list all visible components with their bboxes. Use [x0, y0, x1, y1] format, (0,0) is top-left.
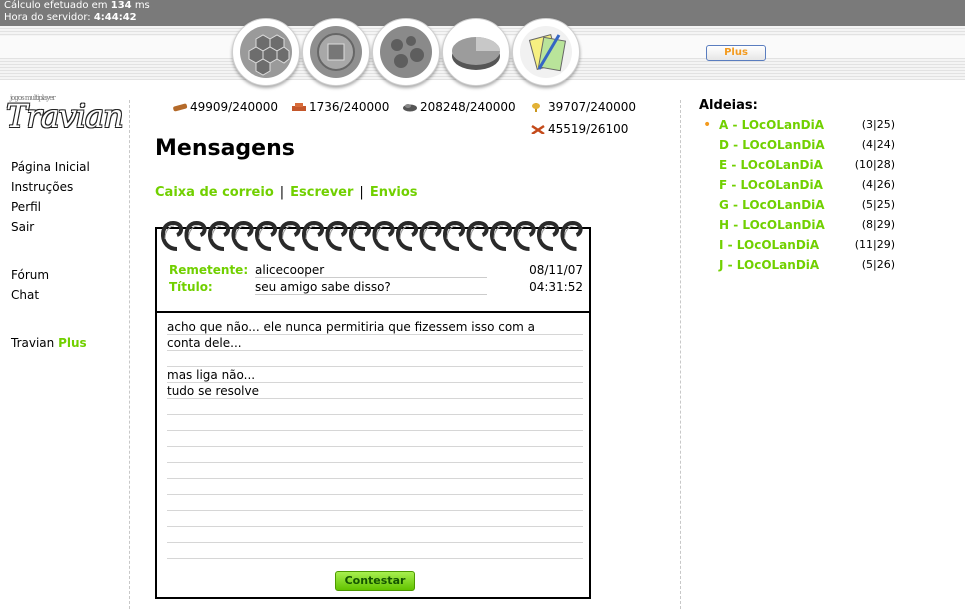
nav-forum-link[interactable]: Fórum: [11, 265, 90, 285]
sender-label: Remetente:: [169, 263, 249, 277]
resource-iron: 208248/240000: [402, 100, 516, 114]
page-title: Mensagens: [155, 136, 295, 161]
message-date: 08/11/07: [529, 263, 583, 277]
village-row[interactable]: G - LOcOLanDiA (5|25): [699, 195, 899, 215]
consumption-value: 45519/26100: [548, 122, 629, 136]
crop-icon: [532, 103, 540, 112]
village-list-title: Aldeias:: [699, 98, 758, 113]
village-row[interactable]: F - LOcOLanDiA (4|26): [699, 175, 899, 195]
wood-value: 49909/240000: [190, 100, 279, 114]
main-navigation-band: Plus: [0, 18, 965, 86]
tab-sent[interactable]: Envios: [370, 185, 418, 200]
village-row[interactable]: D - LOcOLanDiA (4|24): [699, 135, 899, 155]
calc-label: Cálculo efetuado em: [4, 0, 108, 11]
nav-home-link[interactable]: Página Inicial: [11, 157, 90, 177]
message-notepad: Remetente: alicecooper 08/11/07 Título: …: [155, 227, 591, 599]
village-coords: (4|26): [861, 178, 895, 191]
calc-unit: ms: [134, 0, 150, 11]
village-coords: (4|24): [861, 138, 895, 151]
village-row[interactable]: E - LOcOLanDiA (10|28): [699, 155, 899, 175]
server-time-label: Hora do servidor:: [4, 12, 91, 23]
travian-plus-prefix: Travian: [11, 336, 55, 350]
message-line: [167, 351, 583, 367]
message-line: conta dele...: [167, 336, 242, 350]
message-subject: seu amigo sabe disso?: [255, 280, 487, 295]
wood-icon: [173, 103, 188, 112]
server-time-value: 4:44:42: [93, 12, 137, 23]
village-link[interactable]: J - LOcOLanDiA: [719, 255, 819, 275]
village-center-icon[interactable]: [302, 18, 370, 86]
village-row[interactable]: J - LOcOLanDiA (5|26): [699, 255, 899, 275]
plus-button[interactable]: Plus: [706, 45, 766, 61]
travian-plus-suffix: Plus: [58, 336, 87, 350]
village-row[interactable]: I - LOcOLanDiA (11|29): [699, 235, 899, 255]
village-link[interactable]: D - LOcOLanDiA: [719, 135, 825, 155]
resource-clay: 1736/240000: [291, 100, 389, 114]
tab-separator: |: [359, 185, 364, 200]
left-divider: [129, 100, 130, 609]
village-coords: (5|25): [861, 198, 895, 211]
message-line: tudo se resolve: [167, 384, 259, 398]
crop-consumption-icon: [531, 124, 545, 134]
village-row[interactable]: • A - LOcOLanDiA (3|25): [699, 115, 899, 135]
tab-separator: |: [279, 185, 285, 200]
clay-icon: [292, 103, 306, 111]
message-time: 04:31:52: [529, 280, 583, 294]
village-link[interactable]: F - LOcOLanDiA: [719, 175, 823, 195]
reports-icon[interactable]: [512, 18, 580, 86]
village-overview-icon[interactable]: [232, 18, 300, 86]
header-divider: [157, 311, 589, 313]
active-village-marker: •: [703, 117, 712, 133]
tab-inbox[interactable]: Caixa de correio: [155, 185, 274, 200]
message-tabs: Caixa de correio | Escrever | Envios: [155, 185, 418, 200]
reply-button[interactable]: Contestar: [335, 571, 415, 591]
logo-text: Travian: [6, 97, 124, 135]
calc-value: 134: [110, 0, 132, 11]
message-line: acho que não... ele nunca permitiria que…: [167, 320, 536, 334]
map-icon[interactable]: [372, 18, 440, 86]
crop-value: 39707/240000: [548, 100, 637, 114]
village-link[interactable]: I - LOcOLanDiA: [719, 235, 819, 255]
iron-icon: [403, 104, 417, 112]
tab-compose[interactable]: Escrever: [290, 185, 353, 200]
notepad-spiral: [161, 220, 583, 251]
resource-consumption: 45519/26100: [530, 122, 628, 136]
village-coords: (3|25): [861, 118, 895, 131]
village-coords: (11|29): [854, 238, 895, 251]
logo-tagline: jogos multiplayer: [10, 94, 56, 102]
village-link[interactable]: G - LOcOLanDiA: [719, 195, 825, 215]
nav-chat-link[interactable]: Chat: [11, 285, 90, 305]
left-navigation: Página Inicial Instruções Perfil Sair Fó…: [11, 157, 90, 353]
message-body: acho que não... ele nunca permitiria que…: [167, 319, 583, 567]
village-list: Aldeias: • A - LOcOLanDiA (3|25) D - LOcOL…: [699, 98, 899, 275]
village-link[interactable]: E - LOcOLanDiA: [719, 155, 823, 175]
iron-value: 208248/240000: [420, 100, 516, 114]
village-coords: (5|26): [861, 258, 895, 271]
village-coords: (8|29): [861, 218, 895, 231]
right-divider: [680, 100, 681, 609]
nav-instructions-link[interactable]: Instruções: [11, 177, 90, 197]
statistics-icon[interactable]: [442, 18, 510, 86]
village-link[interactable]: H - LOcOLanDiA: [719, 215, 825, 235]
village-coords: (10|28): [854, 158, 895, 171]
nav-logout-link[interactable]: Sair: [11, 217, 90, 237]
message-line: mas liga não...: [167, 368, 256, 382]
travian-logo[interactable]: jogos multiplayer Travian: [6, 94, 124, 136]
sender-name[interactable]: alicecooper: [255, 263, 487, 278]
resource-wood: 49909/240000: [172, 100, 278, 114]
village-row[interactable]: H - LOcOLanDiA (8|29): [699, 215, 899, 235]
village-link[interactable]: A - LOcOLanDiA: [719, 115, 824, 135]
subject-label: Título:: [169, 280, 213, 294]
nav-profile-link[interactable]: Perfil: [11, 197, 90, 217]
nav-travian-plus-link[interactable]: Travian Plus: [11, 333, 90, 353]
clay-value: 1736/240000: [309, 100, 390, 114]
resource-crop: 39707/240000: [530, 100, 636, 114]
calc-time-line: Cálculo efetuado em 134 ms: [4, 0, 965, 12]
